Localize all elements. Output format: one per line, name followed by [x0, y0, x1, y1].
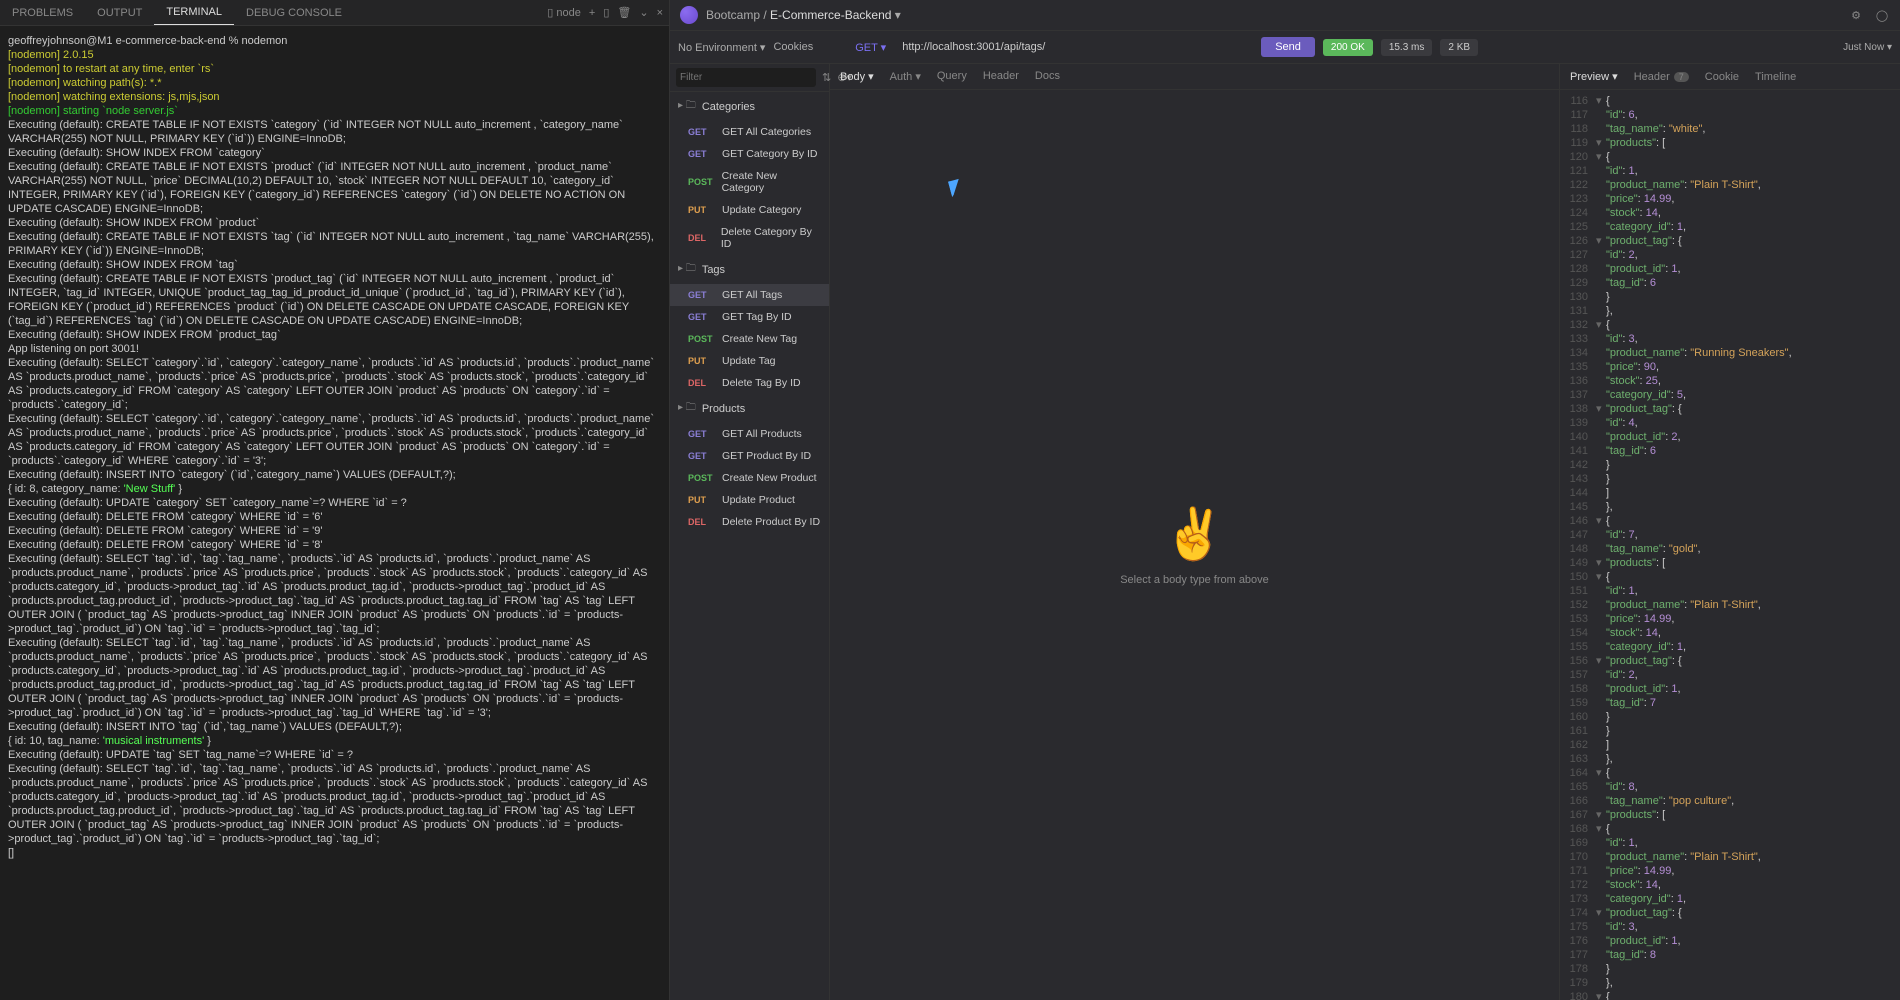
hand-icon: ✌ — [1163, 505, 1225, 564]
size-badge: 2 KB — [1440, 39, 1478, 56]
trash-icon[interactable]: 🗑 — [617, 6, 631, 19]
request-item[interactable]: GET GET All Tags — [670, 284, 829, 306]
tab-output[interactable]: OUTPUT — [85, 1, 154, 25]
response-tabs: Preview ▾ Header 7 Cookie Timeline — [1560, 64, 1900, 90]
folder-icon: ▸ 🗀 — [678, 400, 696, 417]
method-label: DEL — [688, 233, 715, 243]
method-label: POST — [688, 177, 716, 187]
request-name: Update Category — [722, 204, 801, 216]
response-panel: Preview ▾ Header 7 Cookie Timeline 116▾ {11… — [1560, 64, 1900, 1000]
tab-timeline[interactable]: Timeline — [1755, 70, 1796, 83]
request-name: Update Tag — [722, 355, 776, 367]
tab-docs[interactable]: Docs — [1035, 70, 1060, 83]
tab-problems[interactable]: PROBLEMS — [0, 1, 85, 25]
tab-terminal[interactable]: TERMINAL — [154, 0, 234, 25]
request-bar: No Environment ▾ Cookies GET ▾ Send 200 … — [670, 31, 1900, 64]
vscode-tabs: PROBLEMS OUTPUT TERMINAL DEBUG CONSOLE ▯… — [0, 0, 669, 26]
tab-header[interactable]: Header 7 — [1634, 70, 1689, 83]
empty-body-message: Select a body type from above — [1120, 574, 1269, 586]
breadcrumb[interactable]: Bootcamp / E-Commerce-Backend ▾ — [706, 8, 901, 22]
close-icon[interactable]: × — [657, 7, 663, 19]
folder-tags[interactable]: ▸ 🗀 Tags — [670, 255, 829, 284]
method-label: GET — [688, 451, 716, 461]
request-name: GET All Products — [722, 428, 802, 440]
tab-auth[interactable]: Auth ▾ — [890, 70, 921, 83]
method-select[interactable]: GET ▾ — [849, 41, 892, 54]
method-label: PUT — [688, 356, 716, 366]
split-icon[interactable]: ▯ — [603, 6, 609, 19]
status-badge: 200 OK — [1323, 39, 1373, 56]
user-icon[interactable]: ◯ — [1874, 7, 1890, 23]
request-item[interactable]: GET GET Product By ID — [670, 445, 829, 467]
method-label: DEL — [688, 378, 716, 388]
tab-debug-console[interactable]: DEBUG CONSOLE — [234, 1, 354, 25]
request-item[interactable]: GET GET All Products — [670, 423, 829, 445]
method-label: POST — [688, 334, 716, 344]
top-bar: Bootcamp / E-Commerce-Backend ▾ ⚙ ◯ — [670, 0, 1900, 31]
folder-icon: ▸ 🗀 — [678, 98, 696, 115]
method-label: GET — [688, 127, 716, 137]
request-name: Create New Category — [722, 170, 821, 194]
method-label: GET — [688, 290, 716, 300]
environment-select[interactable]: No Environment ▾ — [678, 41, 765, 54]
request-name: Create New Product — [722, 472, 817, 484]
folder-categories[interactable]: ▸ 🗀 Categories — [670, 92, 829, 121]
request-name: GET Category By ID — [722, 148, 818, 160]
gear-icon[interactable]: ⚙ — [1848, 7, 1864, 23]
folder-icon: ▸ 🗀 — [678, 261, 696, 278]
folder-products[interactable]: ▸ 🗀 Products — [670, 394, 829, 423]
method-label: POST — [688, 473, 716, 483]
tab-body[interactable]: Body ▾ — [840, 70, 874, 83]
request-item[interactable]: PUT Update Category — [670, 199, 829, 221]
terminal-output[interactable]: geoffreyjohnson@M1 e-commerce-back-end %… — [0, 26, 669, 1000]
filter-input[interactable] — [676, 68, 816, 87]
request-item[interactable]: GET GET Category By ID — [670, 143, 829, 165]
request-name: Delete Category By ID — [721, 226, 821, 250]
request-name: GET Tag By ID — [722, 311, 792, 323]
send-button[interactable]: Send — [1261, 37, 1315, 57]
method-label: GET — [688, 429, 716, 439]
vscode-panel: PROBLEMS OUTPUT TERMINAL DEBUG CONSOLE ▯… — [0, 0, 670, 1000]
method-label: GET — [688, 149, 716, 159]
request-item[interactable]: PUT Update Product — [670, 489, 829, 511]
url-input[interactable] — [900, 39, 1253, 55]
request-item[interactable]: PUT Update Tag — [670, 350, 829, 372]
request-item[interactable]: GET GET Tag By ID — [670, 306, 829, 328]
method-label: PUT — [688, 495, 716, 505]
json-preview[interactable]: 116▾ {117 "id": 6,118 "tag_name": "white… — [1560, 90, 1900, 1000]
time-badge: 15.3 ms — [1381, 39, 1433, 56]
method-label: PUT — [688, 205, 716, 215]
history-select[interactable]: Just Now ▾ — [1843, 42, 1892, 53]
request-name: Update Product — [722, 494, 795, 506]
request-item[interactable]: DEL Delete Tag By ID — [670, 372, 829, 394]
insomnia-logo-icon — [680, 6, 698, 24]
request-item[interactable]: DEL Delete Category By ID — [670, 221, 829, 255]
plus-icon[interactable]: + — [589, 7, 595, 19]
cookies-link[interactable]: Cookies — [773, 41, 813, 53]
request-item[interactable]: POST Create New Category — [670, 165, 829, 199]
request-item[interactable]: POST Create New Product — [670, 467, 829, 489]
request-tabs: Body ▾ Auth ▾ Query Header Docs — [830, 64, 1559, 90]
tab-header[interactable]: Header — [983, 70, 1019, 83]
method-label: GET — [688, 312, 716, 322]
terminal-launcher[interactable]: ▯ node — [547, 6, 581, 19]
sidebar: ⇅ ⊕▾ ▸ 🗀 CategoriesGETGET All Categories… — [670, 64, 830, 1000]
request-name: GET All Tags — [722, 289, 782, 301]
request-name: Delete Tag By ID — [722, 377, 801, 389]
insomnia-panel: Bootcamp / E-Commerce-Backend ▾ ⚙ ◯ No E… — [670, 0, 1900, 1000]
request-name: Create New Tag — [722, 333, 797, 345]
request-item[interactable]: DEL Delete Product By ID — [670, 511, 829, 533]
request-name: Delete Product By ID — [722, 516, 820, 528]
request-item[interactable]: POST Create New Tag — [670, 328, 829, 350]
request-panel: Body ▾ Auth ▾ Query Header Docs ✌ Select a b… — [830, 64, 1560, 1000]
method-label: DEL — [688, 517, 716, 527]
tab-preview[interactable]: Preview ▾ — [1570, 70, 1618, 83]
request-name: GET Product By ID — [722, 450, 811, 462]
chevron-down-icon[interactable]: ⌄ — [639, 6, 648, 19]
request-item[interactable]: GET GET All Categories — [670, 121, 829, 143]
tab-cookie[interactable]: Cookie — [1705, 70, 1739, 83]
request-name: GET All Categories — [722, 126, 811, 138]
tab-query[interactable]: Query — [937, 70, 967, 83]
